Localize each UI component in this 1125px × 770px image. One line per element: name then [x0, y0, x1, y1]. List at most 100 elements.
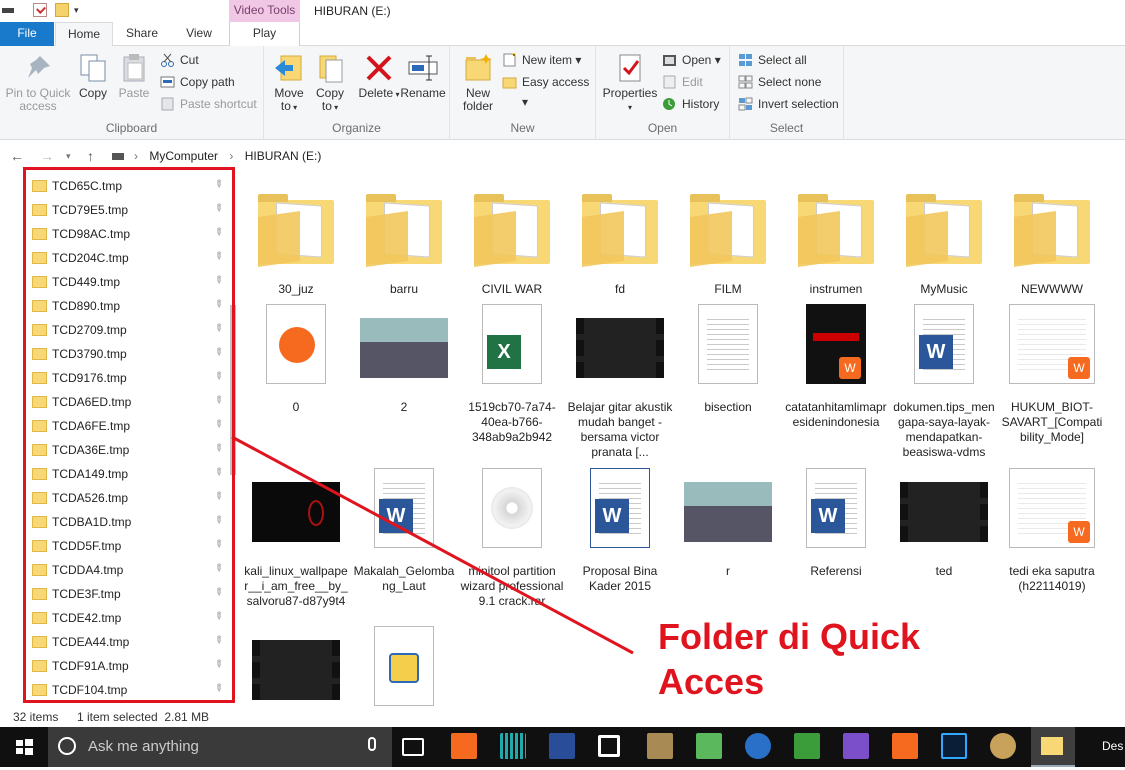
file-item[interactable]: 30_juz: [243, 182, 349, 297]
app-grid-icon[interactable]: [500, 733, 526, 759]
item-count: 32 items: [13, 710, 59, 724]
file-item[interactable]: bisection: [675, 300, 781, 415]
save-disk-icon[interactable]: [549, 733, 575, 759]
store-icon[interactable]: [598, 735, 620, 757]
tab-share[interactable]: Share: [117, 22, 167, 46]
file-item[interactable]: Belajar gitar akustik mudah banget - ber…: [567, 300, 673, 460]
file-explorer-taskbar-button[interactable]: [1031, 727, 1075, 767]
copy-path-button[interactable]: Copy path: [160, 72, 235, 92]
easy-access-button[interactable]: Easy access ▾: [502, 72, 595, 109]
copy-button[interactable]: Copy: [74, 50, 112, 100]
video-thumbnail: [252, 640, 340, 700]
file-item[interactable]: FILM: [675, 182, 781, 297]
uc-browser-icon[interactable]: [451, 733, 477, 759]
tab-view[interactable]: View: [175, 22, 223, 46]
select-all-label: Select all: [758, 53, 807, 67]
file-item[interactable]: NEWWWW: [999, 182, 1105, 297]
invert-selection-button[interactable]: Invert selection: [738, 94, 839, 114]
file-item[interactable]: CIVIL WAR: [459, 182, 565, 297]
system-menu-icon[interactable]: [2, 8, 14, 13]
history-label: History: [682, 97, 720, 111]
start-button[interactable]: [0, 727, 48, 767]
rename-button[interactable]: Rename: [400, 50, 446, 100]
file-item[interactable]: ted: [891, 464, 997, 579]
history-button[interactable]: History: [662, 94, 719, 114]
properties-icon: [614, 52, 646, 84]
file-item[interactable]: W Makalah_Gelombang_Laut: [351, 464, 457, 594]
magnifier-app-icon[interactable]: [745, 733, 771, 759]
file-item[interactable]: barru: [351, 182, 457, 297]
copy-label: Copy: [78, 86, 107, 100]
file-item[interactable]: Wcatatanhitamlimapresidenindonesia: [783, 300, 889, 430]
new-item-icon: [502, 53, 517, 67]
file-name: CIVIL WAR: [481, 282, 543, 296]
chart-app-icon[interactable]: [794, 733, 820, 759]
paste-shortcut-button[interactable]: Paste shortcut: [160, 94, 257, 114]
rename-label: Rename: [400, 86, 446, 100]
properties-icon[interactable]: [33, 3, 47, 17]
wps-document-thumbnail: W: [1009, 468, 1095, 548]
new-item-button[interactable]: New item ▾: [502, 50, 581, 70]
customize-dropdown-icon[interactable]: ▾: [74, 5, 84, 15]
delete-label: Delete: [358, 86, 394, 100]
back-arrow-icon[interactable]: ←: [10, 148, 24, 164]
file-item[interactable]: W HUKUM_BIOT-SAVART_[Compatibility_Mode]: [999, 300, 1105, 445]
new-folder-button[interactable]: New folder: [458, 50, 498, 113]
recent-locations-chevron-icon[interactable]: ▾: [66, 151, 71, 162]
delete-x-icon: [363, 52, 395, 84]
delete-button[interactable]: Delete ▾: [358, 50, 400, 101]
file-item[interactable]: fd: [567, 182, 673, 297]
cut-label: Cut: [180, 53, 199, 67]
cut-button[interactable]: Cut: [160, 50, 199, 70]
microphone-icon[interactable]: [368, 737, 376, 751]
file-name: ted: [935, 564, 953, 578]
file-name: bisection: [704, 400, 752, 414]
copy-to-icon: [314, 52, 346, 84]
paste-button[interactable]: Paste: [114, 50, 154, 100]
file-item[interactable]: r: [675, 464, 781, 579]
code-app-icon[interactable]: [843, 733, 869, 759]
video-thumbnail: [900, 482, 988, 542]
cortana-search-box[interactable]: Ask me anything: [48, 727, 392, 767]
breadcrumb-hiburan[interactable]: HIBURAN (E:): [245, 149, 322, 163]
tab-file[interactable]: File: [0, 22, 54, 46]
file-thumbnail: [464, 464, 560, 560]
wps-icon[interactable]: [892, 733, 918, 759]
edit-button[interactable]: Edit: [662, 72, 703, 92]
properties-button[interactable]: Properties ▾: [602, 50, 658, 114]
select-group-label: Select: [769, 121, 804, 135]
up-arrow-icon[interactable]: ↑: [87, 148, 94, 164]
move-to-button[interactable]: Move to ▾: [268, 50, 310, 114]
file-item[interactable]: W Referensi: [783, 464, 889, 579]
organize-group-label: Organize: [332, 121, 381, 135]
open-group: Properties ▾ Open ▾ Edit History Open: [596, 46, 730, 140]
file-item[interactable]: MyMusic: [891, 182, 997, 297]
paint-palette-icon[interactable]: [990, 733, 1016, 759]
task-view-icon[interactable]: [402, 738, 424, 756]
show-desktop-label[interactable]: Des: [1102, 739, 1123, 753]
file-item[interactable]: 2: [351, 300, 457, 415]
select-none-button[interactable]: Select none: [738, 72, 821, 92]
copy-to-button[interactable]: Copy to ▾: [310, 50, 350, 114]
file-item[interactable]: instrumen: [783, 182, 889, 297]
books-icon[interactable]: [647, 733, 673, 759]
tab-home[interactable]: Home: [55, 22, 113, 47]
open-button[interactable]: Open ▾: [662, 50, 721, 70]
file-item[interactable]: kali_linux_wallpaper__i_am_free__by_salv…: [243, 464, 349, 609]
photoshop-icon[interactable]: [941, 733, 967, 759]
file-item[interactable]: Wdokumen.tips_mengapa-saya-layak-mendapa…: [891, 300, 997, 460]
leaf-app-icon[interactable]: [696, 733, 722, 759]
file-item[interactable]: X 1519cb70-7a74-40ea-b766-348ab9a2b942: [459, 300, 565, 445]
pin-quick-access-button[interactable]: Pin to Quick access: [4, 50, 72, 113]
select-all-button[interactable]: Select all: [738, 50, 807, 70]
tab-play[interactable]: Play: [229, 22, 300, 46]
video-tools-context-label: Video Tools: [229, 0, 300, 22]
file-item[interactable]: W Proposal Bina Kader 2015: [567, 464, 673, 594]
forward-arrow-icon[interactable]: →: [40, 148, 54, 164]
file-item[interactable]: minitool partition wizard professional 9…: [459, 464, 565, 609]
file-item[interactable]: 0: [243, 300, 349, 415]
new-folder-icon[interactable]: [55, 3, 69, 17]
shortcut-file-icon: [374, 626, 434, 706]
file-item[interactable]: Wtedi eka saputra (h22114019): [999, 464, 1105, 594]
breadcrumb-mycomputer[interactable]: MyComputer: [149, 149, 218, 163]
